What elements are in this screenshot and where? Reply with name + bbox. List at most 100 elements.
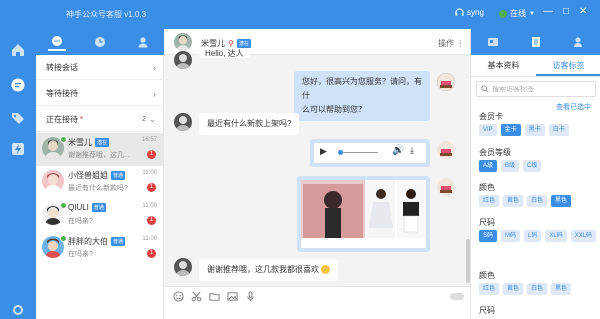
conv-last-message: 最近有什么新款吗? — [68, 185, 128, 192]
verified-icon — [60, 235, 67, 242]
product-collage — [301, 180, 426, 248]
window-controls: — □ ✕ — [543, 6, 587, 17]
message-composer[interactable] — [164, 286, 470, 319]
avatar — [174, 51, 192, 69]
tab-visitor-tags[interactable]: 访客标签 — [536, 55, 600, 76]
section-transfer-label: 转接会话 — [46, 63, 78, 72]
serving-count: 2 — [142, 116, 146, 123]
id-card-icon[interactable] — [487, 36, 499, 48]
search-icon — [481, 85, 489, 93]
tag-search — [476, 81, 596, 97]
view-selected-link[interactable]: 查看已选中 — [556, 102, 591, 112]
chat-contact: 米雪儿 ⚲ 潜在 — [201, 38, 251, 49]
customer-tag: 普通 — [111, 171, 126, 180]
play-icon[interactable]: ▶ — [320, 146, 327, 157]
tag-chip[interactable]: B级 — [501, 160, 520, 172]
document-icon[interactable] — [530, 36, 542, 48]
audio-scrubber[interactable] — [338, 150, 343, 155]
current-user[interactable]: syng — [455, 8, 484, 17]
flash-icon[interactable] — [9, 140, 27, 158]
tag-chip[interactable]: 白色 — [527, 283, 548, 295]
app-title: 神手公众号客服 v1.0.3 — [66, 10, 147, 19]
online-status-icon — [499, 9, 507, 18]
download-icon[interactable]: ⤓ — [410, 145, 414, 156]
tag-chip[interactable]: 白卡 — [548, 124, 569, 136]
tag-icon[interactable] — [9, 109, 27, 127]
user-search-icon[interactable] — [573, 36, 585, 48]
list-item[interactable]: 米雪儿 潜在 谢谢推荐哦，这几... 16:57 1 — [36, 133, 164, 166]
tab-chats[interactable] — [48, 33, 67, 51]
tag-chip[interactable]: 黄色 — [503, 283, 524, 295]
list-item[interactable]: QIULI 普通 在吗亲? 11:00 1 — [36, 199, 164, 232]
tab-history[interactable] — [91, 33, 109, 51]
chat-contact-name: 米雪儿 — [201, 39, 225, 48]
conv-name: QIULI — [68, 203, 89, 212]
tag-chip[interactable]: 黑色 — [551, 283, 572, 295]
minimize-button[interactable]: — — [543, 6, 553, 17]
tag-chip[interactable]: S码 — [479, 230, 498, 242]
message-line: 么可以帮助到您？ — [302, 105, 366, 114]
tag-chip[interactable]: 红色 — [479, 195, 500, 207]
tab-basic-info[interactable]: 基本资料 — [471, 55, 536, 76]
tag-chip[interactable]: XL码 — [545, 230, 567, 242]
tag-chip[interactable]: 黑色 — [551, 195, 572, 207]
group-title: 会员卡 — [479, 112, 503, 121]
close-button[interactable]: ✕ — [579, 6, 587, 17]
audio-track[interactable] — [338, 152, 378, 153]
list-item[interactable]: 小怪兽姐姐 普通 最近有什么新款吗? 11:00 1 — [36, 166, 164, 199]
settings-icon[interactable] — [9, 301, 27, 319]
tag-chip[interactable]: 红色 — [479, 283, 500, 295]
tag-chip[interactable]: 金卡 — [500, 124, 521, 136]
send-mode-toggle[interactable] — [450, 293, 464, 300]
person-icon — [138, 37, 148, 48]
section-waiting-label: 等待接待 — [46, 89, 78, 98]
tag-chip[interactable]: C级 — [523, 160, 542, 172]
microphone-icon[interactable] — [245, 291, 256, 302]
tag-group: VIP 金卡 黑卡 白卡 — [479, 124, 597, 136]
home-icon[interactable] — [9, 41, 27, 59]
section-serving[interactable]: 正在接待 * 2 ⌄ — [36, 108, 164, 132]
section-waiting[interactable]: 等待接待 › — [36, 82, 164, 106]
image-message[interactable] — [297, 176, 430, 252]
visitor-tabs: 基本资料 访客标签 — [471, 55, 600, 77]
chat-bubble-icon — [52, 36, 63, 46]
scissors-icon[interactable] — [191, 291, 202, 302]
chat-area: 米雪儿 ⚲ 潜在 操作 ⋮ Hello, 达人 您好，很高兴为您服务？请问，有什… — [164, 29, 470, 319]
conv-name-row: 小怪兽姐姐 普通 — [68, 170, 126, 181]
list-item[interactable]: 胖胖的大伯 普通 在吗亲? 11:00 1 — [36, 232, 164, 265]
conv-name-row: 胖胖的大伯 普通 — [68, 236, 126, 247]
conversation-panel: 转接会话 › 等待接待 › 正在接待 * 2 ⌄ 米雪儿 潜在 谢谢推荐哦，这几… — [36, 29, 164, 319]
verified-icon — [60, 136, 67, 143]
emoji-icon[interactable] — [173, 291, 184, 302]
status-dropdown[interactable]: 在线 ▼ — [499, 8, 535, 19]
tag-group: 红色 黄色 白色 黑色 — [479, 195, 597, 207]
section-transfer[interactable]: 转接会话 › — [36, 56, 164, 80]
unread-badge: 1 — [147, 183, 156, 192]
folder-icon[interactable] — [209, 291, 220, 302]
maximize-button[interactable]: □ — [563, 6, 569, 17]
tag-chip[interactable]: 黑卡 — [524, 124, 545, 136]
search-input[interactable] — [492, 85, 592, 93]
user-name: syng — [467, 8, 484, 17]
conv-time: 11:00 — [142, 203, 157, 209]
unread-badge: 1 — [147, 150, 156, 159]
chat-icon[interactable] — [9, 76, 27, 94]
tag-chip[interactable]: XXL码 — [570, 230, 597, 242]
tag-chip[interactable]: M码 — [501, 230, 521, 242]
group-title: 尺码 — [479, 218, 495, 227]
tag-chip[interactable]: 白色 — [527, 195, 548, 207]
operations-menu[interactable]: 操作 ⋮ — [438, 38, 464, 49]
tag-chip[interactable]: A级 — [479, 160, 498, 172]
volume-icon[interactable]: 🔊 — [392, 145, 404, 156]
tag-group: A级 B级 C级 — [479, 160, 597, 172]
customer-tag: 潜在 — [236, 39, 251, 48]
visitor-panel-icons — [471, 29, 600, 55]
image-icon[interactable] — [227, 291, 238, 302]
customer-tag: 普通 — [111, 237, 126, 246]
tag-chip[interactable]: VIP — [479, 124, 497, 136]
avatar — [174, 33, 192, 51]
tag-chip[interactable]: 黄色 — [503, 195, 524, 207]
conv-name-row: 米雪儿 潜在 — [68, 137, 110, 148]
tab-contacts[interactable] — [134, 33, 152, 51]
tag-chip[interactable]: L码 — [524, 230, 542, 242]
